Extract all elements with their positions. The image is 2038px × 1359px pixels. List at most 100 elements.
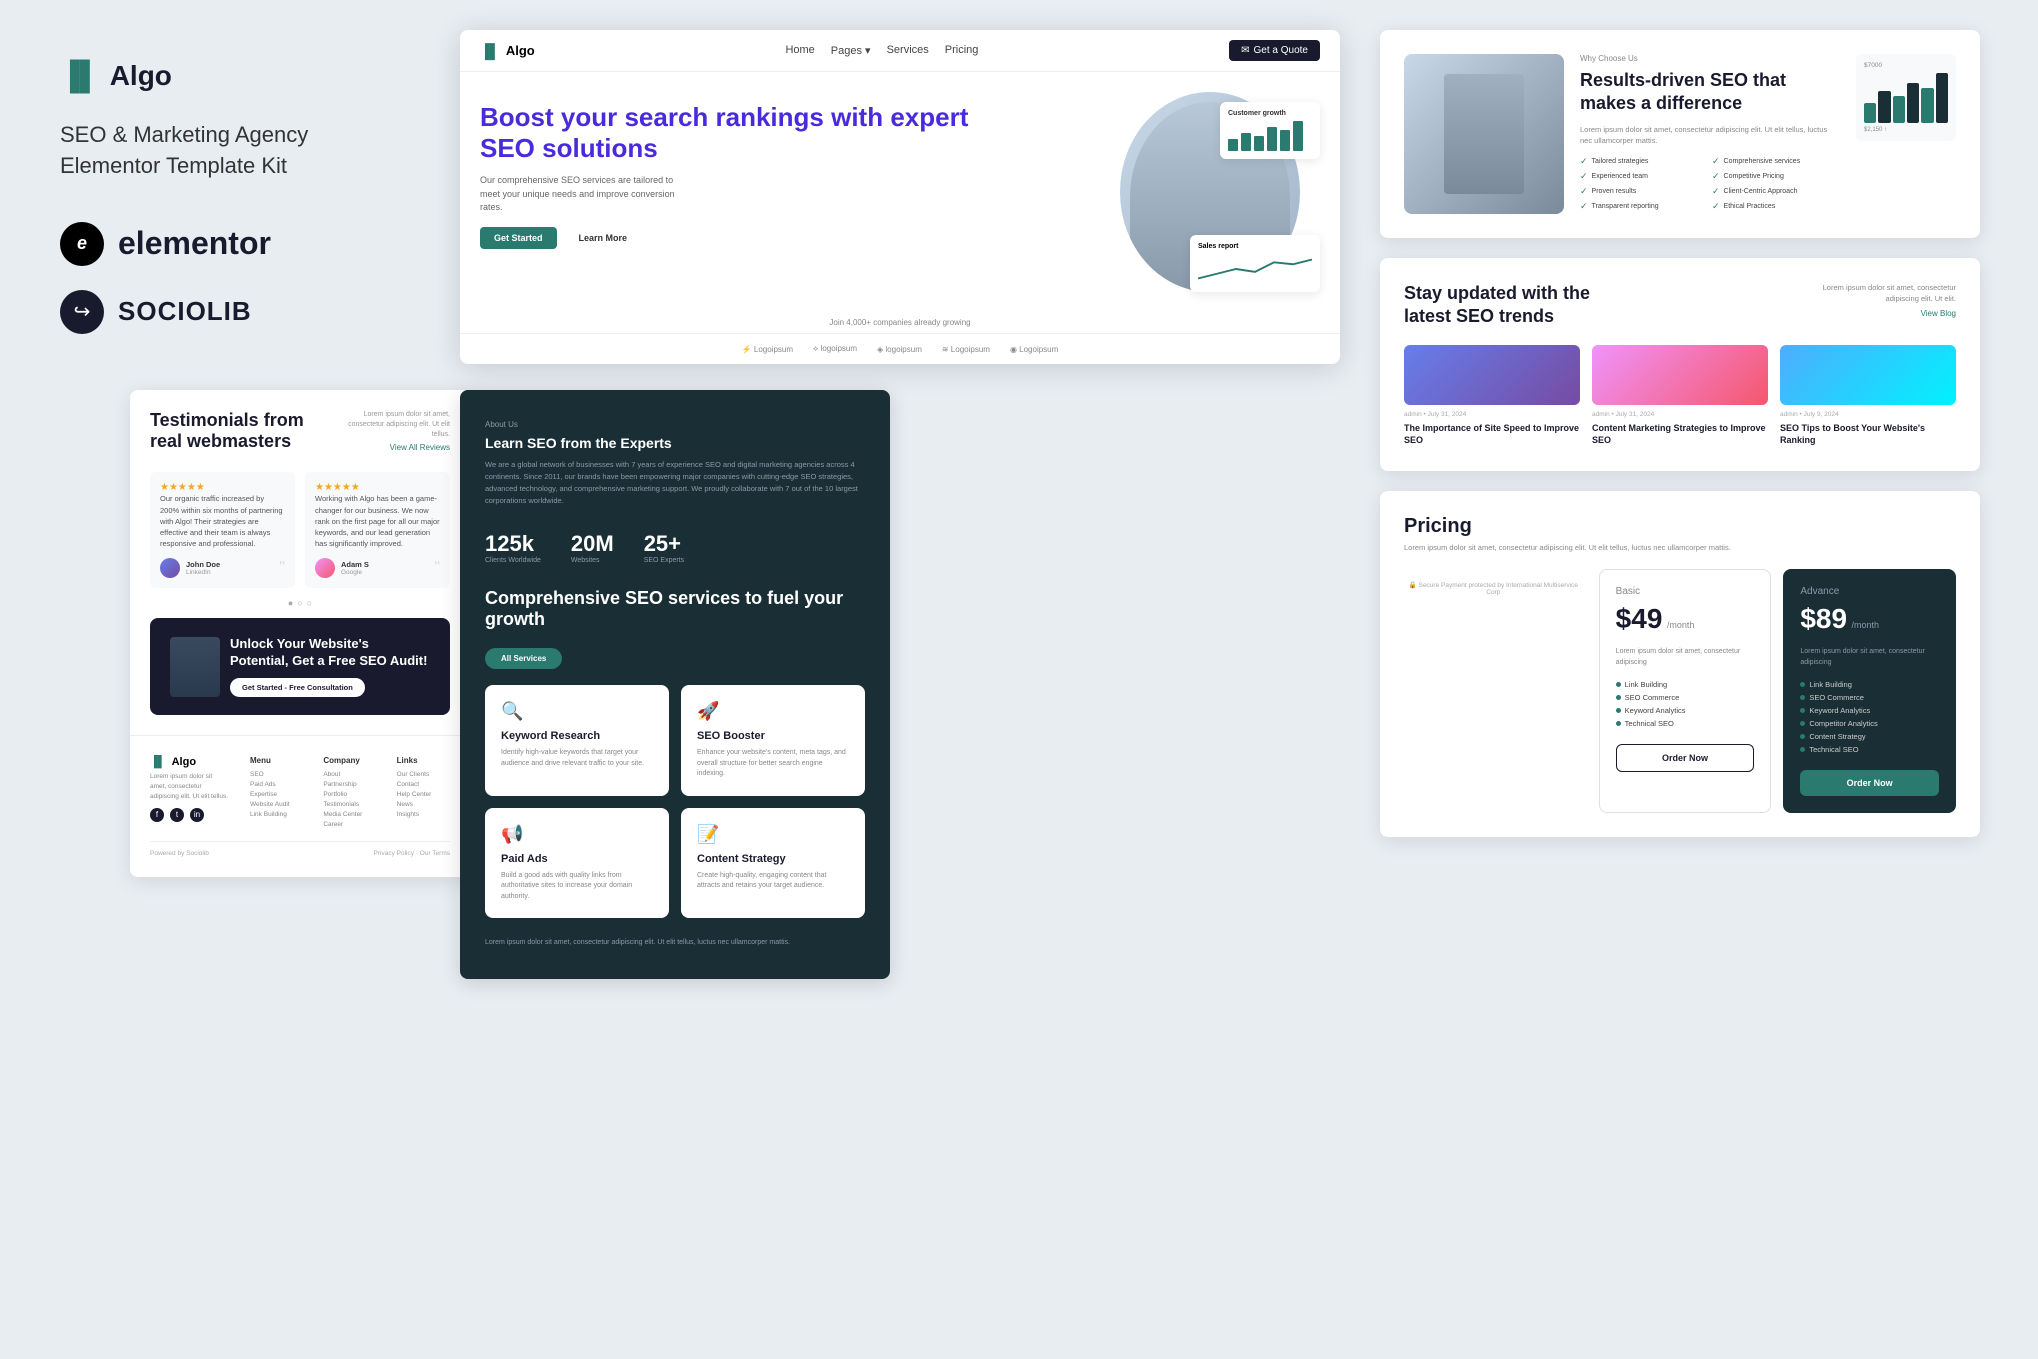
- why-us-label: Why Choose Us: [1580, 54, 1840, 63]
- cta-person-image: [170, 637, 220, 697]
- brand-name: Algo: [110, 60, 172, 92]
- hero-left: Boost your search rankings with expert S…: [480, 102, 1020, 292]
- footer-bottom: Powered by Sociolib Privacy Policy · Our…: [150, 841, 450, 857]
- why-us-image: [1404, 54, 1564, 214]
- privacy-link[interactable]: Privacy Policy: [374, 850, 414, 857]
- main-preview: ▐▌ Algo Home Pages ▾ Services Pricing ✉ …: [460, 30, 1340, 364]
- pricing-header: Pricing Lorem ipsum dolor sit amet, cons…: [1404, 515, 1956, 553]
- blog-card-3: admin • July 9, 2024 SEO Tips to Boost Y…: [1780, 345, 1956, 447]
- avatar-2: [315, 558, 335, 578]
- nav-pages[interactable]: Pages ▾: [831, 44, 871, 57]
- service-desc-1: Identify high-value keywords that target…: [501, 748, 653, 769]
- footer-grid: ▐▌ Algo Lorem ipsum dolor sit amet, cons…: [150, 756, 450, 831]
- services-heading: Learn SEO from the Experts: [485, 435, 865, 451]
- testimonials-header: Testimonials from real webmasters Lorem …: [130, 390, 470, 462]
- pricing-heading: Pricing: [1404, 515, 1956, 538]
- sociolib-text: SOCIOLIB: [118, 296, 252, 327]
- testimonials-right: Lorem ipsum dolor sit amet, consectetur …: [330, 410, 450, 452]
- blog-image-1: [1404, 345, 1580, 405]
- nav-pricing[interactable]: Pricing: [945, 44, 979, 57]
- brand-logo: ▐▌ Algo: [60, 60, 440, 92]
- left-panel: ▐▌ Algo SEO & Marketing Agency Elementor…: [60, 60, 440, 334]
- stat-experts: 25+ SEO Experts: [644, 531, 684, 564]
- footer-section: ▐▌ Algo Lorem ipsum dolor sit amet, cons…: [130, 735, 470, 877]
- cta-button[interactable]: Get Started - Free Consultation: [230, 678, 365, 697]
- blog-heading: Stay updated with the latest SEO trends: [1404, 282, 1604, 329]
- pricing-desc: Lorem ipsum dolor sit amet, consectetur …: [1404, 542, 1956, 553]
- service-title-3: Paid Ads: [501, 853, 653, 865]
- footer-col-company: Company About Partnership Portfolio Test…: [323, 756, 376, 831]
- services-grid: 🔍 Keyword Research Identify high-value k…: [485, 685, 865, 918]
- basic-features: Link Building SEO Commerce Keyword Analy…: [1616, 680, 1755, 728]
- footer-brand: ▐▌ Algo Lorem ipsum dolor sit amet, cons…: [150, 756, 230, 831]
- advance-features: Link Building SEO Commerce Keyword Analy…: [1800, 680, 1939, 754]
- service-paid-ads: 📢 Paid Ads Build a good ads with quality…: [485, 808, 669, 919]
- footer-col-links: Links Our Clients Contact Help Center Ne…: [397, 756, 450, 831]
- view-all-reviews[interactable]: View All Reviews: [330, 443, 450, 452]
- service-title-2: SEO Booster: [697, 730, 849, 742]
- why-us-desc: Lorem ipsum dolor sit amet, consectetur …: [1580, 124, 1840, 147]
- cta-heading: Unlock Your Website's Potential, Get a F…: [230, 636, 430, 670]
- paid-ads-icon: 📢: [501, 824, 653, 845]
- sociolib-icon: ↪: [60, 290, 104, 334]
- right-panel: Why Choose Us Results-driven SEO that ma…: [1380, 30, 1980, 837]
- service-title-1: Keyword Research: [501, 730, 653, 742]
- blog-title-3: SEO Tips to Boost Your Website's Ranking: [1780, 422, 1956, 447]
- terms-link[interactable]: Our Terms: [420, 850, 450, 857]
- customer-growth-card: Customer growth: [1220, 102, 1320, 159]
- order-advance-button[interactable]: Order Now: [1800, 770, 1939, 796]
- service-title-4: Content Strategy: [697, 853, 849, 865]
- all-services-button[interactable]: All Services: [485, 648, 562, 669]
- growth-chart: [1228, 121, 1312, 151]
- why-us-chart: $7000 $2,150 ↑: [1856, 54, 1956, 141]
- testimonial-author-1: John Doe LinkedIn ": [160, 558, 285, 578]
- stat-websites: 20M Websites: [571, 531, 614, 564]
- blog-title-2: Content Marketing Strategies to Improve …: [1592, 422, 1768, 447]
- pricing-basic: Basic $49 /month Lorem ipsum dolor sit a…: [1599, 569, 1772, 813]
- content-strategy-icon: 📝: [697, 824, 849, 845]
- blog-header: Stay updated with the latest SEO trends …: [1404, 282, 1956, 329]
- learn-more-button[interactable]: Learn More: [565, 227, 642, 249]
- comprehensive-heading: Comprehensive SEO services to fuel your …: [485, 588, 865, 630]
- why-us-section: Why Choose Us Results-driven SEO that ma…: [1380, 30, 1980, 238]
- nav-links: Home Pages ▾ Services Pricing: [785, 44, 978, 57]
- blog-title-1: The Importance of Site Speed to Improve …: [1404, 422, 1580, 447]
- view-blog-link[interactable]: View Blog: [1806, 309, 1956, 318]
- testimonials-section: Testimonials from real webmasters Lorem …: [130, 390, 470, 877]
- testimonials-heading: Testimonials from real webmasters: [150, 410, 310, 452]
- cta-text: Unlock Your Website's Potential, Get a F…: [230, 636, 430, 698]
- elementor-icon: e: [60, 222, 104, 266]
- pricing-cards: Basic $49 /month Lorem ipsum dolor sit a…: [1599, 569, 1956, 813]
- facebook-icon[interactable]: f: [150, 808, 164, 822]
- testimonial-card-2: ★★★★★ Working with Algo has been a game-…: [305, 472, 450, 587]
- why-us-content: Why Choose Us Results-driven SEO that ma…: [1580, 54, 1840, 212]
- testimonial-author-2: Adam S Google ": [315, 558, 440, 578]
- keyword-icon: 🔍: [501, 701, 653, 722]
- blog-card-1: admin • July 31, 2024 The Importance of …: [1404, 345, 1580, 447]
- logos-bar: ⚡ Logoipsum ⟡ logoipsum ◈ logoipsum ≋ Lo…: [460, 333, 1340, 364]
- social-icons: f t in: [150, 808, 230, 822]
- service-keyword-research: 🔍 Keyword Research Identify high-value k…: [485, 685, 669, 796]
- service-desc-4: Create high-quality, engaging content th…: [697, 871, 849, 892]
- order-basic-button[interactable]: Order Now: [1616, 744, 1755, 772]
- footer-col-menu: Menu SEO Paid Ads Expertise Website Audi…: [250, 756, 303, 831]
- nav-services[interactable]: Services: [887, 44, 929, 57]
- get-started-button[interactable]: Get Started: [480, 227, 557, 249]
- seo-booster-icon: 🚀: [697, 701, 849, 722]
- sales-chart: Sales report: [1190, 235, 1320, 292]
- twitter-icon[interactable]: t: [170, 808, 184, 822]
- nav-home[interactable]: Home: [785, 44, 814, 57]
- services-stats: 125k Clients Worldwide 20M Websites 25+ …: [485, 531, 865, 564]
- services-section: About Us Learn SEO from the Experts We a…: [460, 390, 890, 979]
- hero-subtext: Our comprehensive SEO services are tailo…: [480, 174, 680, 215]
- hero-heading: Boost your search rankings with expert S…: [480, 102, 1020, 164]
- nav-bar: ▐▌ Algo Home Pages ▾ Services Pricing ✉ …: [460, 30, 1340, 72]
- pricing-advance: Advance $89 /month Lorem ipsum dolor sit…: [1783, 569, 1956, 813]
- elementor-badge: e elementor: [60, 222, 440, 266]
- nav-cta[interactable]: ✉ Get a Quote: [1229, 40, 1320, 61]
- nav-logo-icon: ▐▌: [480, 43, 500, 59]
- nav-logo: ▐▌ Algo: [480, 43, 535, 59]
- services-desc: We are a global network of businesses wi…: [485, 459, 865, 507]
- secure-payment: 🔒 Secure Payment protected by Internatio…: [1404, 581, 1583, 596]
- instagram-icon[interactable]: in: [190, 808, 204, 822]
